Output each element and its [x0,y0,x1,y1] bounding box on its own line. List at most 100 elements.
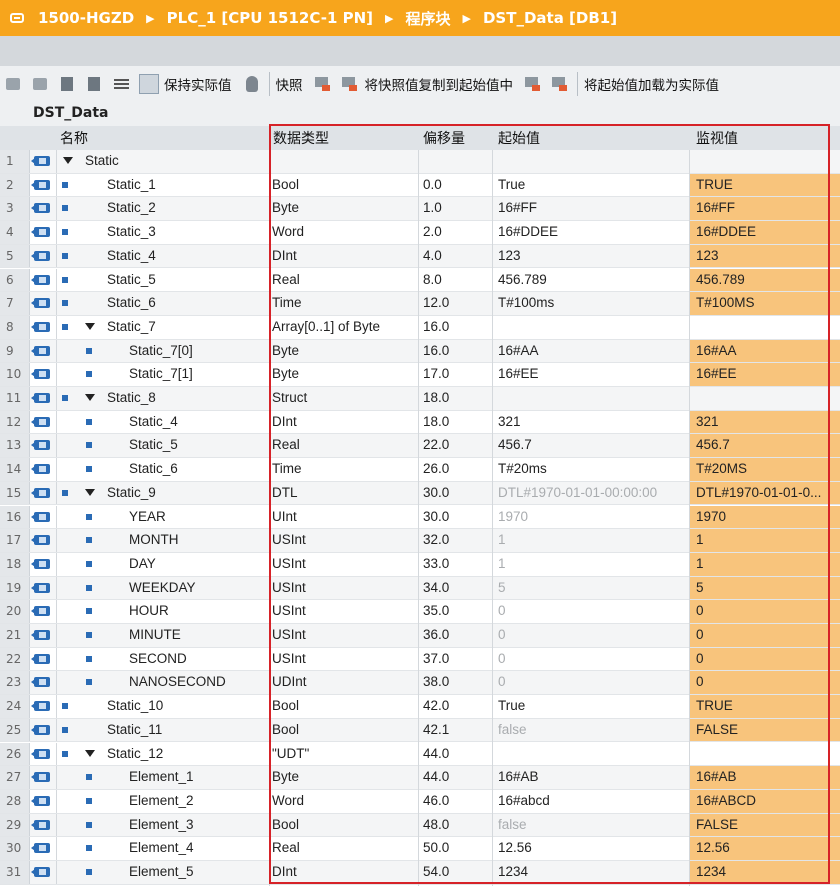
row-start-value[interactable]: 0 [498,624,688,647]
row-name[interactable]: Static_9 [107,482,268,505]
keep-actual-values-button[interactable]: 保持实际值 [164,74,232,94]
row-number[interactable]: 25 [0,718,30,742]
table-row[interactable]: 21 MINUTE USInt 36.0 0 0 [0,624,840,648]
row-number[interactable]: 2 [0,173,30,197]
row-name[interactable]: Element_1 [129,766,268,789]
row-name[interactable]: Static_6 [129,458,268,481]
table-row[interactable]: 18 DAY USInt 33.0 1 1 [0,552,840,577]
column-header-name[interactable]: 名称 [60,126,88,150]
row-name[interactable]: NANOSECOND [129,671,268,694]
insert-row-icon[interactable] [4,74,24,94]
row-start-value[interactable]: T#20ms [498,458,688,481]
row-data-type[interactable]: USInt [272,577,416,600]
row-data-type[interactable]: Byte [272,197,416,220]
row-start-value[interactable] [498,316,688,339]
database-icon[interactable] [242,74,262,94]
column-header-start[interactable]: 起始值 [498,126,540,150]
row-number[interactable]: 17 [0,529,30,552]
row-start-value[interactable]: 1234 [498,861,688,884]
load-start-as-actual-button[interactable]: 将起始值加载为实际值 [584,74,719,94]
row-data-type[interactable]: USInt [272,624,416,647]
row-start-value[interactable]: 16#DDEE [498,221,688,244]
row-name[interactable]: Static [85,150,268,173]
row-name[interactable]: Element_4 [129,837,268,860]
row-number[interactable]: 28 [0,789,30,813]
row-number[interactable]: 10 [0,363,30,386]
row-number[interactable]: 13 [0,434,30,458]
row-name[interactable]: HOUR [129,600,268,623]
table-row[interactable]: 20 HOUR USInt 35.0 0 0 [0,600,840,624]
row-name[interactable]: Static_4 [129,411,268,434]
row-data-type[interactable]: Array[0..1] of Byte [272,316,416,339]
row-number[interactable]: 29 [0,813,30,837]
row-number[interactable]: 30 [0,837,30,860]
copy-snapshot-to-start-button[interactable]: 将快照值复制到起始值中 [365,74,514,94]
row-start-value[interactable]: 16#AA [498,340,688,363]
row-data-type[interactable]: Byte [272,766,416,789]
table-row[interactable]: 12 Static_4 DInt 18.0 321 321 [0,410,840,435]
load-start-values-icon[interactable] [550,74,570,94]
row-number[interactable]: 20 [0,600,30,623]
row-number[interactable]: 26 [0,742,30,766]
table-row[interactable]: 15 Static_9 DTL 30.0 DTL#1970-01-01-00:00:00… [0,481,840,506]
copy-snapshot-icon[interactable] [313,74,333,94]
table-row[interactable]: 1 Static [0,150,840,174]
row-data-type[interactable]: USInt [272,553,416,576]
row-name[interactable]: Element_5 [129,861,268,884]
row-number[interactable]: 22 [0,647,30,671]
breadcrumb-plc[interactable]: PLC_1 [CPU 1512C-1 PN] [165,9,375,27]
row-name[interactable]: Static_5 [129,434,268,457]
row-start-value[interactable]: 5 [498,577,688,600]
row-data-type[interactable]: USInt [272,529,416,552]
expand-toggle-icon[interactable] [85,394,95,401]
breadcrumb-db[interactable]: DST_Data [DB1] [481,9,619,27]
row-start-value[interactable]: 16#EE [498,363,688,386]
row-name[interactable]: MINUTE [129,624,268,647]
row-start-value[interactable]: 16#AB [498,766,688,789]
row-name[interactable]: Element_2 [129,790,268,813]
row-name[interactable]: Static_12 [107,743,268,766]
expand-toggle-icon[interactable] [85,488,95,496]
row-data-type[interactable]: DInt [272,861,416,884]
row-name[interactable]: Static_11 [107,719,268,742]
row-number[interactable]: 14 [0,458,30,481]
row-number[interactable]: 15 [0,481,30,505]
row-name[interactable]: WEEKDAY [129,577,268,600]
row-name[interactable]: Static_3 [107,221,268,244]
list-view-icon[interactable] [112,74,132,94]
row-start-value[interactable]: 1 [498,529,688,552]
copy-snapshot-to-start-icon[interactable] [340,74,360,94]
table-row[interactable]: 17 MONTH USInt 32.0 1 1 [0,529,840,553]
row-start-value[interactable]: 321 [498,411,688,434]
row-name[interactable]: Static_7[0] [129,340,268,363]
row-start-value[interactable]: T#100ms [498,292,688,315]
row-name[interactable]: MONTH [129,529,268,552]
row-number[interactable]: 18 [0,552,30,576]
table-row[interactable]: 10 Static_7[1] Byte 17.0 16#EE 16#EE [0,363,840,387]
row-number[interactable]: 6 [0,268,30,292]
row-start-value[interactable]: 16#abcd [498,790,688,813]
row-name[interactable]: YEAR [129,506,268,529]
row-start-value[interactable]: 16#FF [498,197,688,220]
row-number[interactable]: 7 [0,292,30,315]
row-number[interactable]: 3 [0,197,30,221]
expand-toggle-icon[interactable] [85,322,95,330]
row-data-type[interactable]: Time [272,292,416,315]
row-start-value[interactable]: True [498,695,688,718]
row-data-type[interactable]: USInt [272,648,416,671]
table-row[interactable]: 3 Static_2 Byte 1.0 16#FF 16#FF [0,197,840,222]
row-start-value[interactable]: false [498,814,688,837]
row-data-type[interactable] [272,150,416,173]
row-data-type[interactable]: Real [272,837,416,860]
table-row[interactable]: 5 Static_4 DInt 4.0 123 123 [0,244,840,269]
row-start-value[interactable]: DTL#1970-01-01-00:00:00 [498,482,688,505]
row-name[interactable]: Element_3 [129,814,268,837]
table-row[interactable]: 25 Static_11 Bool 42.1 false FALSE [0,718,840,743]
row-data-type[interactable]: Bool [272,814,416,837]
row-data-type[interactable]: Real [272,269,416,292]
row-data-type[interactable]: Byte [272,363,416,386]
row-name[interactable]: Static_7[1] [129,363,268,386]
row-number[interactable]: 19 [0,576,30,600]
row-number[interactable]: 23 [0,671,30,695]
row-number[interactable]: 27 [0,766,30,789]
